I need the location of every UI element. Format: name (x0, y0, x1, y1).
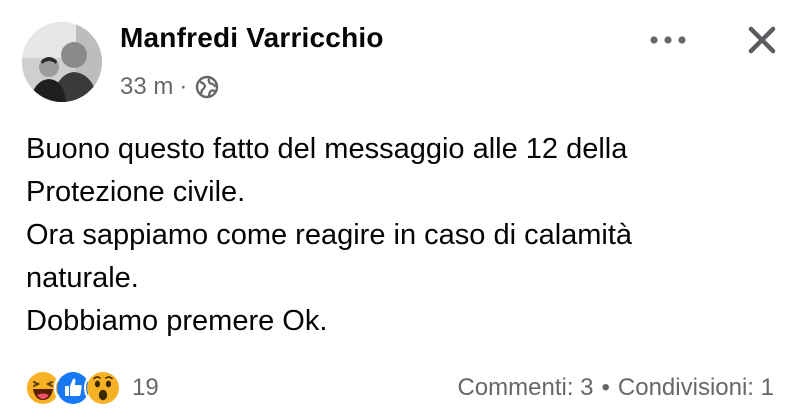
more-horizontal-icon (650, 36, 686, 44)
post-header: Manfredi Varricchio 33 m · (0, 0, 800, 110)
globe-icon (195, 75, 219, 99)
comments-count[interactable]: Commenti: 3 (457, 374, 593, 402)
meta-separator: · (179, 73, 188, 100)
avatar-photo (22, 22, 102, 102)
close-icon (748, 26, 776, 54)
post-footer: 19 Commenti: 3 • Condivisioni: 1 (0, 360, 800, 416)
post-text-line: Protezione civile. (26, 176, 246, 208)
author-name[interactable]: Manfredi Varricchio (120, 22, 384, 54)
post-time[interactable]: 33 m (120, 73, 173, 101)
post-text-line: Ora sappiamo come reagire in caso di cal… (26, 219, 633, 251)
post-text-line: Buono questo fatto del messaggio alle 12… (26, 133, 628, 165)
more-options-button[interactable] (640, 20, 696, 60)
post-text-line: naturale. (26, 262, 139, 294)
reaction-count: 19 (132, 374, 159, 401)
post-stats: Commenti: 3 • Condivisioni: 1 (457, 368, 774, 408)
avatar[interactable] (22, 22, 102, 102)
post-text-line: Dobbiamo premere Ok. (26, 305, 328, 337)
post-text: Buono questo fatto del messaggio alle 12… (26, 128, 786, 343)
wow-reaction-icon (84, 369, 122, 407)
close-button[interactable] (736, 14, 788, 66)
post-meta: 33 m · (120, 72, 219, 102)
stats-separator: • (601, 374, 610, 401)
facebook-post: Manfredi Varricchio 33 m · Buono questo … (0, 0, 800, 419)
reactions-summary[interactable]: 19 (24, 368, 159, 408)
shares-count[interactable]: Condivisioni: 1 (618, 374, 774, 402)
